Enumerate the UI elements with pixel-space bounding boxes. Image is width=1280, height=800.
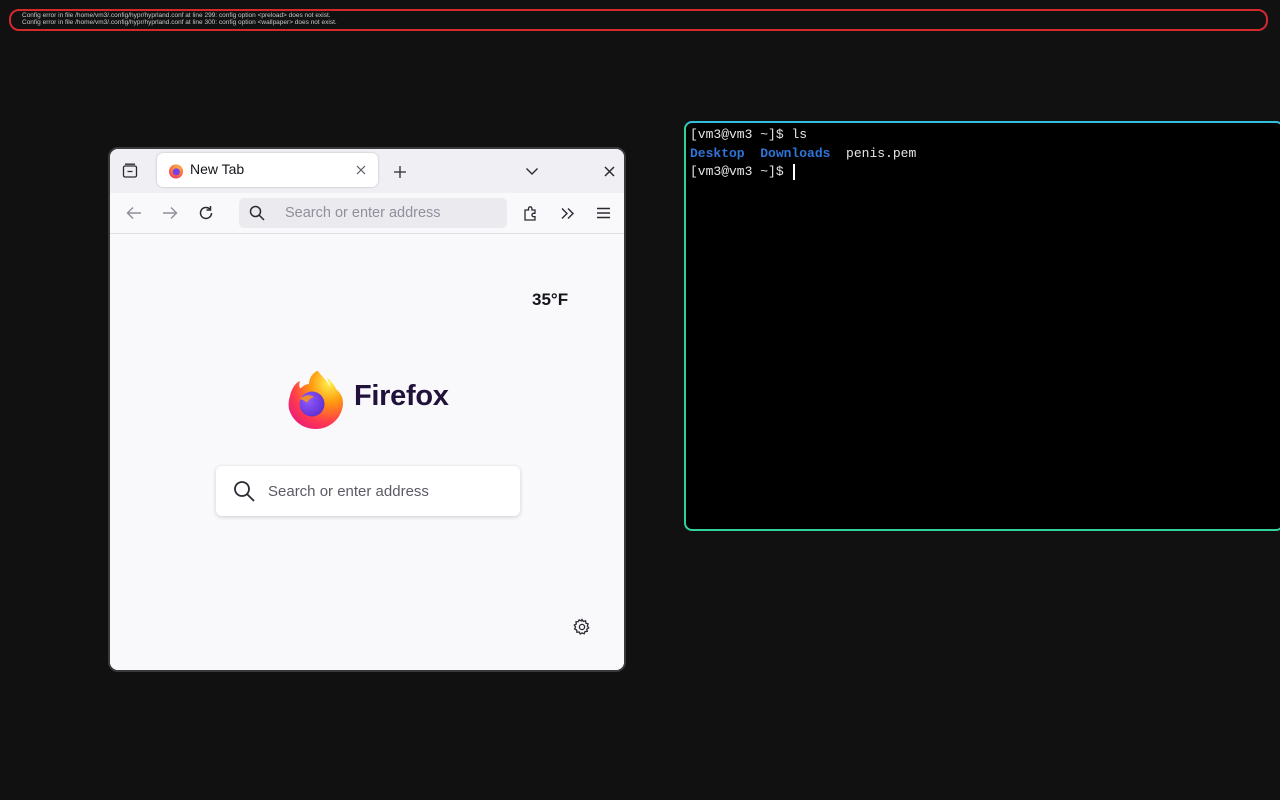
error-line-1: Config error in file /home/vm3/.config/h… <box>22 12 331 19</box>
forward-icon[interactable] <box>156 199 184 227</box>
close-window-icon[interactable] <box>595 157 623 185</box>
weather-temperature[interactable]: 35°F <box>532 290 568 310</box>
terminal-line-1: [vm3@vm3 ~]$ ls <box>690 126 1280 145</box>
new-tab-icon[interactable] <box>386 158 414 186</box>
newtab-search-box[interactable] <box>216 466 520 516</box>
settings-gear-icon[interactable] <box>573 618 591 640</box>
tab-overview-icon[interactable] <box>116 157 144 185</box>
search-icon <box>234 481 255 502</box>
terminal-window[interactable]: [vm3@vm3 ~]$ ls Desktop Downloads penis.… <box>684 121 1280 531</box>
prompt: [vm3@vm3 ~]$ <box>690 164 784 179</box>
firefox-window: New Tab Search or enter address 35°F Fir… <box>108 147 626 672</box>
dir-entry: Desktop <box>690 145 745 161</box>
firefox-logo-icon <box>280 369 344 433</box>
extensions-icon[interactable] <box>517 199 545 227</box>
file-entry: penis.pem <box>846 145 917 161</box>
tab-title: New Tab <box>190 161 245 177</box>
reload-icon[interactable] <box>192 199 220 227</box>
config-error-banner: Config error in file /home/vm3/.config/h… <box>9 9 1268 31</box>
prompt: [vm3@vm3 ~]$ <box>690 127 784 142</box>
firefox-wordmark: Firefox <box>354 380 449 412</box>
command: ls <box>791 127 808 142</box>
newtab-search-input[interactable] <box>268 466 508 516</box>
new-tab-page: 35°F Firefox <box>110 234 624 670</box>
url-bar[interactable] <box>239 198 507 228</box>
url-input[interactable] <box>285 198 495 228</box>
firefox-favicon <box>168 163 184 179</box>
tab-new-tab[interactable]: New Tab <box>157 153 378 187</box>
close-tab-icon[interactable] <box>349 158 373 182</box>
back-icon[interactable] <box>120 199 148 227</box>
text-cursor <box>793 163 796 180</box>
terminal-line-2: Desktop Downloads penis.pem <box>690 145 1280 164</box>
dir-entry: Downloads <box>760 145 831 161</box>
tab-bar: New Tab <box>110 149 624 193</box>
search-icon <box>249 205 265 221</box>
overflow-icon[interactable] <box>553 199 581 227</box>
error-line-2: Config error in file /home/vm3/.config/h… <box>22 19 337 26</box>
menu-icon[interactable] <box>589 199 617 227</box>
nav-toolbar <box>110 193 624 234</box>
list-tabs-icon[interactable] <box>518 157 546 185</box>
terminal-line-3: [vm3@vm3 ~]$ <box>690 163 1280 182</box>
